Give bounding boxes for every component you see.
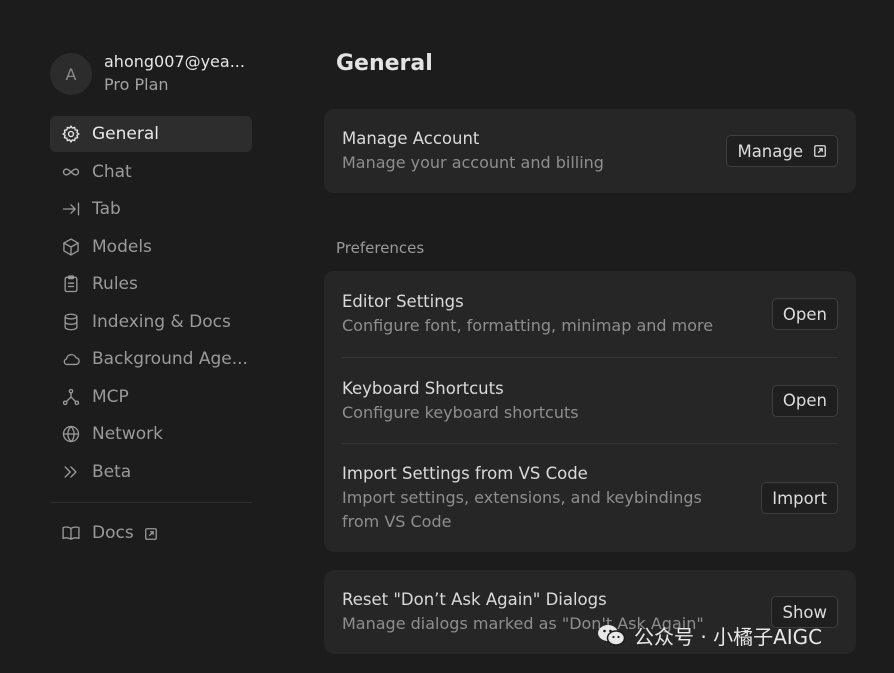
manage-account-row: Manage Account Manage your account and b…	[342, 109, 838, 193]
sidebar-divider	[50, 501, 252, 503]
sidebar-item-indexing-docs[interactable]: Indexing & Docs	[50, 304, 252, 340]
main-content: General Manage Account Manage your accou…	[324, 44, 856, 654]
sidebar-item-network[interactable]: Network	[50, 416, 252, 452]
profile-plan: Pro Plan	[104, 75, 169, 94]
double-chevron-right-icon	[60, 461, 82, 483]
import-vscode-row: Import Settings from VS Code Import sett…	[342, 444, 838, 552]
open-keyboard-shortcuts-button[interactable]: Open	[771, 384, 838, 417]
manage-button[interactable]: Manage	[726, 135, 838, 167]
open-editor-settings-button[interactable]: Open	[771, 298, 838, 330]
import-button[interactable]: Import	[761, 482, 838, 514]
infinity-icon	[60, 161, 82, 183]
sidebar-item-label: General	[92, 124, 159, 144]
account-card: Manage Account Manage your account and b…	[324, 109, 856, 193]
sidebar-item-label: Indexing & Docs	[92, 311, 231, 332]
sidebar: A ahong007@yea... Pro Plan General Chat	[50, 44, 252, 552]
row-title: Reset "Don’t Ask Again" Dialogs	[342, 590, 607, 609]
preferences-card: Editor Settings Configure font, formatti…	[324, 271, 856, 552]
gear-icon	[60, 123, 82, 145]
settings-window: A ahong007@yea... Pro Plan General Chat	[0, 0, 894, 673]
row-description: Import settings, extensions, and keybind…	[342, 488, 702, 531]
sidebar-item-label: Beta	[92, 461, 132, 482]
page-title: General	[336, 51, 433, 76]
cloud-icon	[60, 348, 82, 370]
row-description: Configure font, formatting, minimap and …	[342, 316, 714, 335]
sidebar-item-tab[interactable]: Tab	[50, 191, 252, 227]
network-nodes-icon	[60, 386, 82, 408]
sidebar-item-beta[interactable]: Beta	[50, 454, 252, 490]
row-title: Manage Account	[342, 129, 480, 148]
cube-icon	[60, 236, 82, 258]
watermark: 公众号 · 小橘子AIGC	[596, 620, 822, 650]
sidebar-item-label: Docs	[92, 522, 134, 543]
profile: A ahong007@yea... Pro Plan	[50, 44, 252, 104]
sidebar-item-label: Chat	[92, 161, 132, 182]
external-link-icon	[144, 526, 158, 540]
row-description: Manage your account and billing	[342, 153, 604, 172]
sidebar-item-label: Tab	[92, 199, 121, 219]
clipboard-icon	[60, 273, 82, 295]
sidebar-item-label: Background Age...	[92, 349, 248, 369]
sidebar-item-label: Models	[92, 236, 152, 257]
sidebar-item-general[interactable]: General	[50, 116, 252, 152]
sidebar-item-mcp[interactable]: MCP	[50, 379, 252, 415]
preferences-section-label: Preferences	[336, 239, 425, 257]
sidebar-item-docs[interactable]: Docs	[50, 515, 252, 551]
sidebar-item-models[interactable]: Models	[50, 229, 252, 265]
external-link-icon	[813, 144, 827, 158]
arrow-to-line-icon	[60, 198, 82, 220]
row-title: Editor Settings	[342, 292, 464, 311]
editor-settings-row: Editor Settings Configure font, formatti…	[342, 271, 838, 358]
sidebar-item-label: Rules	[92, 274, 138, 294]
database-icon	[60, 311, 82, 333]
sidebar-item-label: Network	[92, 424, 163, 444]
sidebar-item-background-agents[interactable]: Background Age...	[50, 341, 252, 377]
row-title: Import Settings from VS Code	[342, 464, 588, 483]
wechat-logo-icon	[598, 625, 626, 646]
row-description: Configure keyboard shortcuts	[342, 402, 579, 422]
watermark-text: 公众号 · 小橘子AIGC	[634, 624, 823, 649]
avatar: A	[50, 53, 92, 95]
keyboard-shortcuts-row: Keyboard Shortcuts Configure keyboard sh…	[342, 358, 838, 444]
globe-icon	[60, 423, 82, 445]
sidebar-item-label: MCP	[92, 386, 129, 407]
sidebar-item-rules[interactable]: Rules	[50, 266, 252, 302]
row-title: Keyboard Shortcuts	[342, 378, 504, 398]
sidebar-item-chat[interactable]: Chat	[50, 154, 252, 190]
sidebar-nav: General Chat Tab Models Rules Indexing &…	[50, 116, 252, 490]
profile-email: ahong007@yea...	[104, 52, 245, 71]
book-icon	[60, 522, 82, 544]
